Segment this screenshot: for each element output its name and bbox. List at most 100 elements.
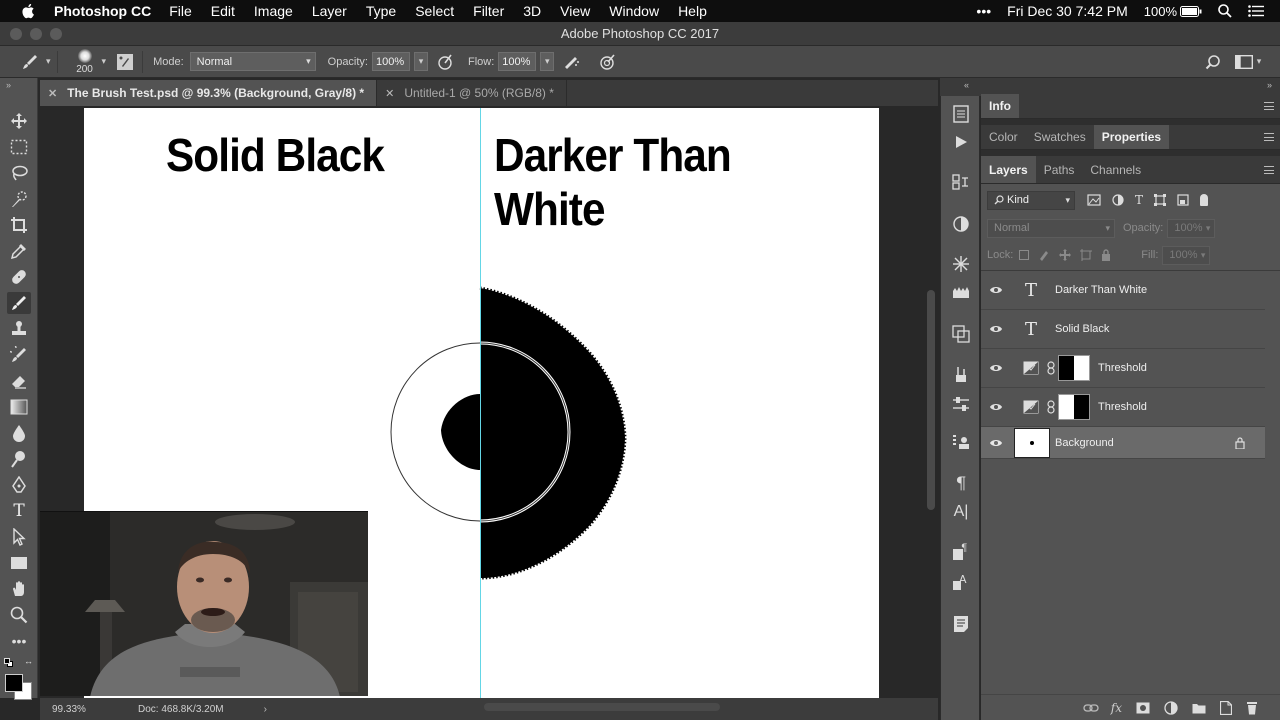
layer-comps-panel-icon[interactable] [951,432,971,452]
close-window-button[interactable] [10,28,22,40]
character-panel-icon[interactable]: A| [951,502,971,522]
properties-panel-icon[interactable] [951,394,971,414]
filter-shape-icon[interactable] [1154,194,1167,206]
notes-panel-icon[interactable] [951,614,971,634]
close-tab-icon[interactable]: ✕ [48,87,57,100]
app-menu[interactable]: Photoshop CC [54,3,151,19]
type-tool[interactable]: T [7,500,31,522]
trash-icon[interactable] [1246,701,1258,715]
filter-pixel-icon[interactable] [1087,194,1101,206]
brush-tool[interactable] [7,292,31,314]
marquee-tool[interactable] [7,136,31,158]
background-layer-thumbnail[interactable] [1014,427,1050,458]
close-tab-icon[interactable]: ✕ [385,87,394,100]
eyedropper-tool[interactable] [7,240,31,262]
pressure-size-button[interactable] [596,51,618,73]
vertical-guide[interactable] [480,108,481,698]
actions-play-icon[interactable] [951,132,971,152]
blend-mode-select[interactable]: Normal ▾ [987,218,1115,238]
filter-smart-object-icon[interactable] [1177,194,1189,206]
opacity-field[interactable]: 100% [372,52,410,71]
fill-field[interactable]: 100% ▾ [1162,245,1211,265]
menu-extras[interactable]: ••• [976,3,991,19]
threshold-adjustment-icon[interactable] [1023,361,1039,375]
filter-kind-select[interactable]: Kind ▾ [987,190,1075,210]
layer-row-threshold-2[interactable]: Threshold [981,388,1265,427]
layer-name[interactable]: Darker Than White [1055,284,1147,296]
menu-file[interactable]: File [169,3,192,19]
new-layer-icon[interactable] [1220,700,1232,715]
adjustments-panel-icon[interactable] [951,214,971,234]
swap-colors-icon[interactable]: ↔ [24,656,33,666]
battery-status[interactable]: 100% [1144,4,1202,19]
airbrush-button[interactable] [560,51,582,73]
healing-brush-tool[interactable] [7,266,31,288]
mask-icon[interactable] [1136,702,1150,714]
zoom-tool[interactable] [7,604,31,626]
notification-center-icon[interactable] [1248,5,1264,17]
collapse-dock-icon[interactable]: « [964,80,969,90]
panel-menu-icon[interactable] [1264,133,1274,141]
panel-menu-icon[interactable] [1264,165,1274,174]
flow-slider-toggle[interactable]: ▾ [540,52,555,71]
visibility-eye-icon[interactable] [981,324,1011,334]
vertical-scrollbar[interactable] [924,106,938,698]
apple-icon[interactable] [18,3,40,19]
layer-lock-icon[interactable] [1235,436,1245,449]
visibility-eye-icon[interactable] [981,402,1011,412]
collapse-toolbar-icon[interactable]: » [6,80,11,90]
gradient-tool[interactable] [7,396,31,418]
layer-row-background[interactable]: Background [981,427,1265,459]
pen-tool[interactable] [7,474,31,496]
character-styles-panel-icon[interactable]: A [951,572,971,592]
layers-scrollbar[interactable] [1265,272,1279,458]
tool-preset-picker[interactable]: ▾ [20,52,51,72]
adjustment-icon[interactable] [1164,700,1178,715]
layer-row-darker-than-white[interactable]: T Darker Than White [981,271,1265,310]
menu-layer[interactable]: Layer [312,3,347,19]
menu-view[interactable]: View [560,3,590,19]
lock-pixels-icon[interactable] [1038,249,1050,261]
visibility-eye-icon[interactable] [981,438,1011,448]
search-button[interactable] [1202,51,1224,73]
status-menu-arrow-icon[interactable]: › [264,704,267,715]
layer-row-threshold-1[interactable]: Threshold [981,349,1265,388]
tab-channels[interactable]: Channels [1082,156,1149,183]
menu-select[interactable]: Select [415,3,454,19]
blur-tool[interactable] [7,422,31,444]
layer-mask-thumbnail[interactable] [1058,394,1090,420]
eraser-tool[interactable] [7,370,31,392]
history-brush-tool[interactable] [7,344,31,366]
foreground-color-swatch[interactable] [5,674,23,692]
filter-type-icon[interactable]: T [1135,193,1143,207]
menu-edit[interactable]: Edit [211,3,235,19]
filter-adjustment-icon[interactable] [1112,194,1124,206]
zoom-level[interactable]: 99.33% [40,704,102,715]
group-icon[interactable] [1192,702,1206,714]
move-tool[interactable] [7,110,31,132]
visibility-eye-icon[interactable] [981,363,1011,373]
menu-image[interactable]: Image [254,3,293,19]
tab-paths[interactable]: Paths [1036,156,1083,183]
workspace-switcher[interactable]: ▾ [1230,51,1266,73]
menu-window[interactable]: Window [609,3,659,19]
layer-name[interactable]: Threshold [1098,362,1147,374]
chevron-down-icon[interactable]: ▾ [102,56,107,67]
pressure-opacity-button[interactable] [434,51,456,73]
zoom-window-button[interactable] [50,28,62,40]
menu-3d[interactable]: 3D [523,3,541,19]
lasso-tool[interactable] [7,162,31,184]
minimize-window-button[interactable] [30,28,42,40]
brushes-panel-icon[interactable] [951,282,971,302]
lock-position-icon[interactable] [1059,249,1072,261]
history-panel-icon[interactable] [951,104,971,124]
layer-name[interactable]: Background [1055,437,1114,449]
layer-mask-thumbnail[interactable] [1058,355,1090,381]
hand-tool[interactable] [7,578,31,600]
tool-presets-panel-icon[interactable] [951,364,971,384]
doc-tab-brush-test[interactable]: ✕ The Brush Test.psd @ 99.3% (Background… [40,80,378,106]
menu-filter[interactable]: Filter [473,3,504,19]
menu-help[interactable]: Help [678,3,707,19]
quick-selection-tool[interactable] [7,188,31,210]
tab-layers[interactable]: Layers [981,156,1036,183]
